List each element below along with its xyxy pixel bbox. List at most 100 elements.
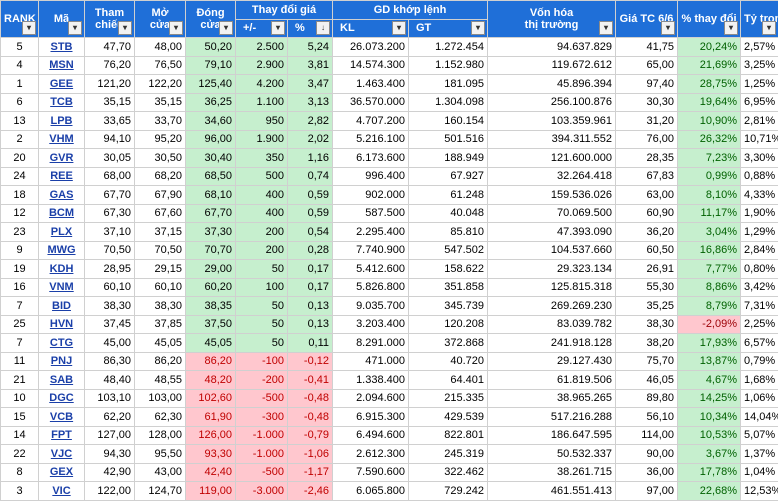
- cell-von-hoa[interactable]: 29.127.430: [488, 352, 616, 371]
- cell-mo-cua[interactable]: 38,30: [135, 297, 186, 316]
- cell-rank[interactable]: 5: [1, 38, 39, 57]
- cell-mo-cua[interactable]: 62,30: [135, 408, 186, 427]
- cell-dong-cua[interactable]: 86,20: [186, 352, 236, 371]
- cell-kl[interactable]: 6.494.600: [333, 426, 409, 445]
- cell-tham-chieu[interactable]: 122,00: [85, 482, 135, 501]
- cell-thay-doi-abs[interactable]: -500: [236, 463, 288, 482]
- cell-thay-doi-abs[interactable]: 950: [236, 112, 288, 131]
- cell-dong-cua[interactable]: 102,60: [186, 389, 236, 408]
- cell-mo-cua[interactable]: 43,00: [135, 463, 186, 482]
- filter-dropdown-icon[interactable]: ▾: [271, 21, 285, 35]
- cell-kl[interactable]: 996.400: [333, 167, 409, 186]
- cell-rank[interactable]: 18: [1, 186, 39, 205]
- cell-kl[interactable]: 1.463.400: [333, 75, 409, 94]
- cell-ty-trong[interactable]: 2,84%: [741, 241, 778, 260]
- cell-dong-cua[interactable]: 45,05: [186, 334, 236, 353]
- cell-kl[interactable]: 5.412.600: [333, 260, 409, 279]
- cell-gt[interactable]: 1.152.980: [409, 56, 488, 75]
- cell-ty-trong[interactable]: 6,57%: [741, 334, 778, 353]
- cell-ty-trong[interactable]: 0,88%: [741, 167, 778, 186]
- cell-gia-tc[interactable]: 38,30: [616, 315, 678, 334]
- cell-pct-thay-doi[interactable]: 16,86%: [678, 241, 741, 260]
- cell-thay-doi-pct[interactable]: -0,48: [288, 389, 333, 408]
- cell-mo-cua[interactable]: 68,20: [135, 167, 186, 186]
- cell-mo-cua[interactable]: 95,50: [135, 445, 186, 464]
- cell-tham-chieu[interactable]: 48,40: [85, 371, 135, 390]
- cell-gia-tc[interactable]: 67,83: [616, 167, 678, 186]
- cell-dong-cua[interactable]: 96,00: [186, 130, 236, 149]
- cell-gt[interactable]: 547.502: [409, 241, 488, 260]
- cell-tham-chieu[interactable]: 30,05: [85, 149, 135, 168]
- cell-von-hoa[interactable]: 83.039.782: [488, 315, 616, 334]
- cell-kl[interactable]: 587.500: [333, 204, 409, 223]
- cell-thay-doi-pct[interactable]: -0,48: [288, 408, 333, 427]
- cell-gia-tc[interactable]: 30,30: [616, 93, 678, 112]
- cell-thay-doi-abs[interactable]: -1.000: [236, 445, 288, 464]
- cell-thay-doi-abs[interactable]: 200: [236, 241, 288, 260]
- filter-dropdown-icon[interactable]: ▾: [22, 21, 36, 35]
- cell-pct-thay-doi[interactable]: 7,77%: [678, 260, 741, 279]
- cell-pct-thay-doi[interactable]: 26,32%: [678, 130, 741, 149]
- cell-gia-tc[interactable]: 38,20: [616, 334, 678, 353]
- cell-ty-trong[interactable]: 7,31%: [741, 297, 778, 316]
- cell-dong-cua[interactable]: 68,10: [186, 186, 236, 205]
- cell-thay-doi-abs[interactable]: 400: [236, 186, 288, 205]
- cell-mo-cua[interactable]: 60,10: [135, 278, 186, 297]
- cell-pct-thay-doi[interactable]: 22,68%: [678, 482, 741, 501]
- cell-dong-cua[interactable]: 119,00: [186, 482, 236, 501]
- cell-ty-trong[interactable]: 1,06%: [741, 389, 778, 408]
- cell-tham-chieu[interactable]: 45,00: [85, 334, 135, 353]
- cell-mo-cua[interactable]: 45,05: [135, 334, 186, 353]
- cell-ticker[interactable]: TCB: [39, 93, 85, 112]
- cell-ty-trong[interactable]: 2,25%: [741, 315, 778, 334]
- cell-kl[interactable]: 8.291.000: [333, 334, 409, 353]
- cell-mo-cua[interactable]: 35,15: [135, 93, 186, 112]
- filter-dropdown-icon[interactable]: ▾: [471, 21, 485, 35]
- cell-thay-doi-abs[interactable]: 50: [236, 260, 288, 279]
- cell-von-hoa[interactable]: 38.261.715: [488, 463, 616, 482]
- cell-gt[interactable]: 158.622: [409, 260, 488, 279]
- cell-ticker[interactable]: VIC: [39, 482, 85, 501]
- cell-ticker[interactable]: FPT: [39, 426, 85, 445]
- cell-rank[interactable]: 15: [1, 408, 39, 427]
- cell-pct-thay-doi[interactable]: 10,34%: [678, 408, 741, 427]
- cell-von-hoa[interactable]: 61.819.506: [488, 371, 616, 390]
- cell-gia-tc[interactable]: 65,00: [616, 56, 678, 75]
- cell-pct-thay-doi[interactable]: 10,90%: [678, 112, 741, 131]
- cell-thay-doi-abs[interactable]: 2.500: [236, 38, 288, 57]
- cell-rank[interactable]: 9: [1, 241, 39, 260]
- cell-ticker[interactable]: GEE: [39, 75, 85, 94]
- cell-gt[interactable]: 372.868: [409, 334, 488, 353]
- cell-dong-cua[interactable]: 67,70: [186, 204, 236, 223]
- cell-tham-chieu[interactable]: 28,95: [85, 260, 135, 279]
- cell-von-hoa[interactable]: 125.815.318: [488, 278, 616, 297]
- header-von-hoa[interactable]: Vốn hóa thị trường ▾: [488, 1, 616, 38]
- filter-dropdown-icon[interactable]: ▾: [219, 21, 233, 35]
- cell-kl[interactable]: 902.000: [333, 186, 409, 205]
- cell-dong-cua[interactable]: 29,00: [186, 260, 236, 279]
- cell-mo-cua[interactable]: 48,00: [135, 38, 186, 57]
- cell-ty-trong[interactable]: 4,33%: [741, 186, 778, 205]
- cell-rank[interactable]: 21: [1, 371, 39, 390]
- cell-rank[interactable]: 4: [1, 56, 39, 75]
- cell-tham-chieu[interactable]: 60,10: [85, 278, 135, 297]
- cell-mo-cua[interactable]: 70,50: [135, 241, 186, 260]
- cell-rank[interactable]: 22: [1, 445, 39, 464]
- cell-dong-cua[interactable]: 34,60: [186, 112, 236, 131]
- cell-ty-trong[interactable]: 10,71%: [741, 130, 778, 149]
- cell-ty-trong[interactable]: 6,95%: [741, 93, 778, 112]
- cell-thay-doi-pct[interactable]: 0,17: [288, 260, 333, 279]
- cell-kl[interactable]: 471.000: [333, 352, 409, 371]
- cell-mo-cua[interactable]: 124,70: [135, 482, 186, 501]
- cell-gia-tc[interactable]: 89,80: [616, 389, 678, 408]
- cell-thay-doi-pct[interactable]: 2,02: [288, 130, 333, 149]
- cell-rank[interactable]: 8: [1, 463, 39, 482]
- cell-kl[interactable]: 26.073.200: [333, 38, 409, 57]
- cell-thay-doi-abs[interactable]: 4.200: [236, 75, 288, 94]
- cell-thay-doi-abs[interactable]: -500: [236, 389, 288, 408]
- cell-tham-chieu[interactable]: 86,30: [85, 352, 135, 371]
- cell-ty-trong[interactable]: 3,42%: [741, 278, 778, 297]
- cell-kl[interactable]: 4.707.200: [333, 112, 409, 131]
- cell-ty-trong[interactable]: 0,80%: [741, 260, 778, 279]
- cell-ticker[interactable]: SAB: [39, 371, 85, 390]
